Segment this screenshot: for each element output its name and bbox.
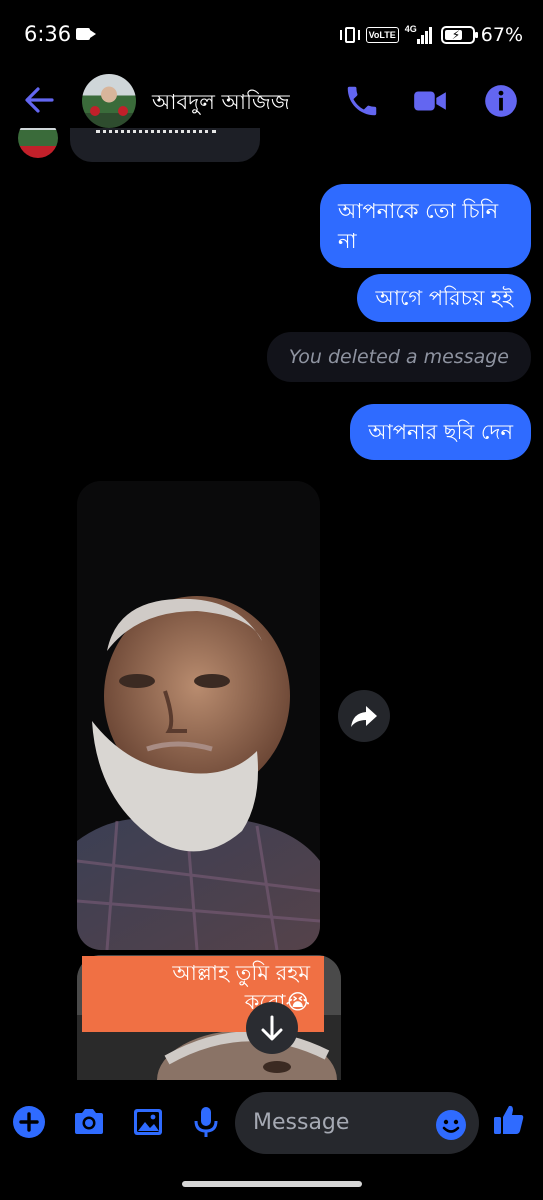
thumbs-up-icon <box>494 1105 524 1134</box>
scroll-to-bottom-button[interactable] <box>246 1002 298 1054</box>
like-button[interactable] <box>491 1102 527 1138</box>
network-type: 4G <box>404 24 417 34</box>
phone-icon <box>347 86 377 116</box>
back-button[interactable] <box>20 84 60 116</box>
chat-header: আবদুল আজিজ <box>0 70 543 132</box>
screen-record-icon <box>76 28 96 40</box>
message-text: আগে পরিচয় হই <box>375 286 513 310</box>
deleted-message-notice: You deleted a message <box>266 332 531 382</box>
info-icon <box>485 85 517 117</box>
add-icon <box>13 1106 45 1138</box>
camera-icon <box>75 1109 103 1134</box>
received-photo[interactable] <box>77 481 320 950</box>
signal-icon: 4G <box>405 24 435 46</box>
voice-call-button[interactable] <box>342 82 382 120</box>
microphone-icon <box>194 1107 218 1137</box>
message-placeholder: Message <box>253 1110 350 1135</box>
back-arrow-icon <box>25 87 54 113</box>
contact-name[interactable]: আবদুল আজিজ <box>152 86 290 121</box>
scroll-down-icon <box>261 1015 283 1041</box>
sent-message[interactable]: আপনাকে তো চিনি না <box>320 184 531 268</box>
gallery-icon <box>134 1109 162 1135</box>
vibrate-icon <box>339 24 360 46</box>
battery-icon: ⚡ <box>440 26 478 44</box>
home-indicator[interactable] <box>182 1181 362 1187</box>
camera-button[interactable] <box>71 1104 107 1140</box>
message-input[interactable]: Message <box>235 1092 479 1154</box>
status-bar: 6:36 VoLTE 4G ⚡ 67% <box>0 0 543 70</box>
message-text: আপনাকে তো চিনি না <box>338 199 499 253</box>
share-icon <box>351 706 377 727</box>
video-camera-icon <box>414 91 446 111</box>
status-icons: VoLTE 4G ⚡ 67% <box>339 22 523 48</box>
gallery-button[interactable] <box>130 1104 166 1140</box>
contact-avatar[interactable] <box>82 74 136 128</box>
sent-message[interactable]: আপনার ছবি দেন <box>350 404 531 460</box>
message-text: আপনার ছবি দেন <box>368 420 513 444</box>
battery-percent: 67% <box>480 24 523 46</box>
add-button[interactable] <box>11 1104 47 1140</box>
voice-message-button[interactable] <box>188 1104 224 1140</box>
message-composer: Message <box>0 1080 543 1176</box>
status-time: 6:36 <box>24 22 72 46</box>
incoming-message-bubble[interactable] <box>70 128 260 162</box>
conversation-info-button[interactable] <box>481 82 521 120</box>
video-call-button[interactable] <box>410 82 450 120</box>
sender-avatar[interactable] <box>18 128 58 164</box>
emoji-icon[interactable] <box>435 1109 467 1141</box>
share-button[interactable] <box>338 690 390 742</box>
volte-badge: VoLTE <box>365 27 399 43</box>
sent-message[interactable]: আগে পরিচয় হই <box>357 274 531 322</box>
